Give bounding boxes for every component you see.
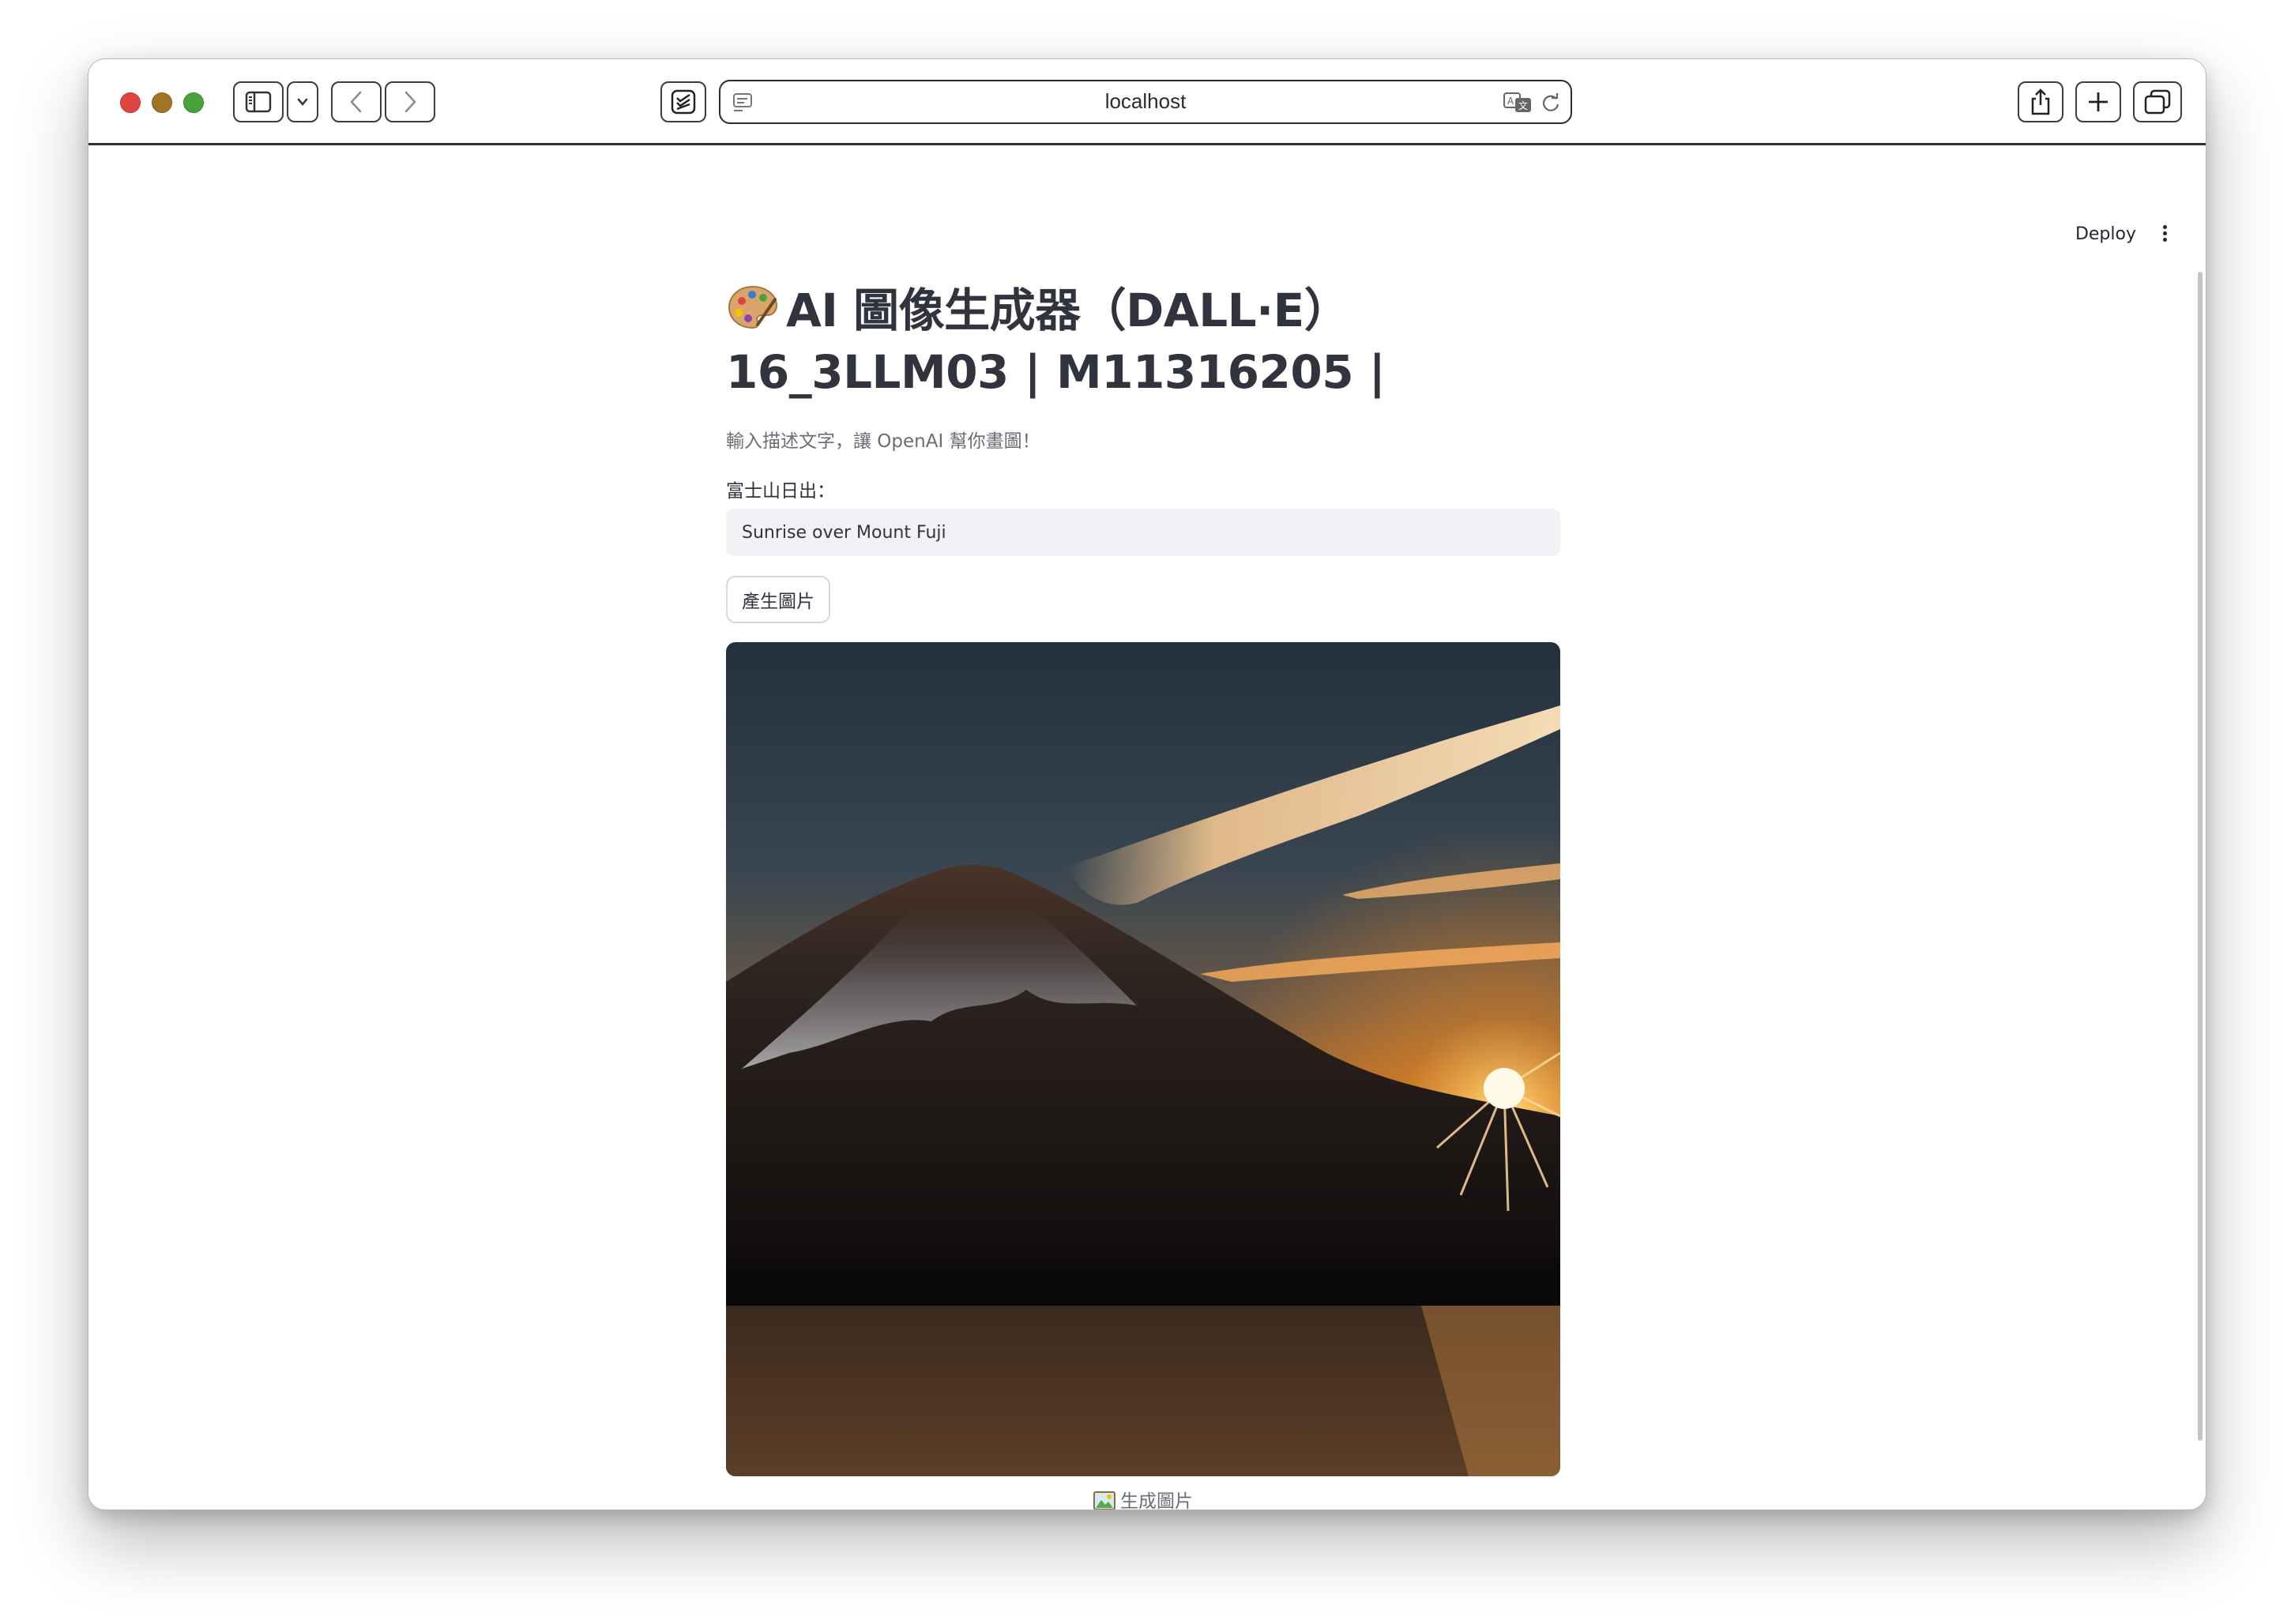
prompt-input-label: 富士山日出： [726,481,835,502]
zoom-window-button[interactable] [183,92,204,113]
sidebar-toggle-button[interactable] [233,81,284,122]
minimize-window-button[interactable] [152,92,172,113]
forward-button[interactable] [385,81,435,122]
generated-image [726,642,1560,1476]
sidebar-dropdown-button[interactable] [287,81,318,122]
main-menu-button[interactable] [2155,223,2174,246]
browser-toolbar: localhost A 文 [88,59,2206,145]
prompt-input[interactable] [726,509,1560,556]
deploy-button[interactable]: Deploy [2075,224,2136,244]
generate-image-button[interactable]: 產生圖片 [726,576,830,623]
new-tab-button[interactable] [2075,81,2121,122]
back-icon [350,91,362,113]
sidebar-toggle-icon [245,91,272,113]
tab-overview-button[interactable] [2133,81,2182,122]
page-title: AI 圖像生成器（DALL·E） 16_3LLM03 | M11316205 | [726,280,1437,403]
page-content: Deploy AI 圖像生成器（DALL·E） 16_3LLM03 | M1131… [88,145,2206,1509]
close-window-button[interactable] [120,92,141,113]
share-icon [2031,88,2050,115]
more-vertical-icon [2162,225,2167,229]
title-line1: AI 圖像生成器（DALL·E） [786,284,1350,337]
address-bar[interactable]: localhost A 文 [719,80,1572,124]
chevron-down-icon [297,98,308,106]
svg-text:A: A [1507,96,1514,107]
svg-text:文: 文 [1518,100,1528,111]
new-tab-icon [2089,92,2108,111]
tab-overview-icon [2144,89,2171,115]
forward-icon [404,91,416,113]
reader-icon [671,89,696,115]
browser-window: localhost A 文 Deploy AI 圖像生成器（DALL·E） 16… [88,58,2206,1510]
image-caption: 生成圖片 [726,1486,1560,1510]
reload-icon[interactable] [1540,92,1561,113]
share-button[interactable] [2018,81,2063,122]
reader-button[interactable] [660,81,706,122]
back-button[interactable] [331,81,382,122]
image-caption-text: 生成圖片 [1120,1491,1193,1510]
page-scrollbar[interactable] [2198,272,2203,1441]
page-subtitle: 輸入描述文字，讓 OpenAI 幫你畫圖！ [726,431,1040,452]
mount-fuji-sunrise-image [726,642,1560,1476]
palette-icon [728,285,778,329]
title-line2: 16_3LLM03 | M11316205 | [726,345,1386,399]
picture-icon [1093,1491,1115,1509]
translate-icon[interactable]: A 文 [1503,91,1534,115]
url-text: localhost [1104,89,1187,113]
